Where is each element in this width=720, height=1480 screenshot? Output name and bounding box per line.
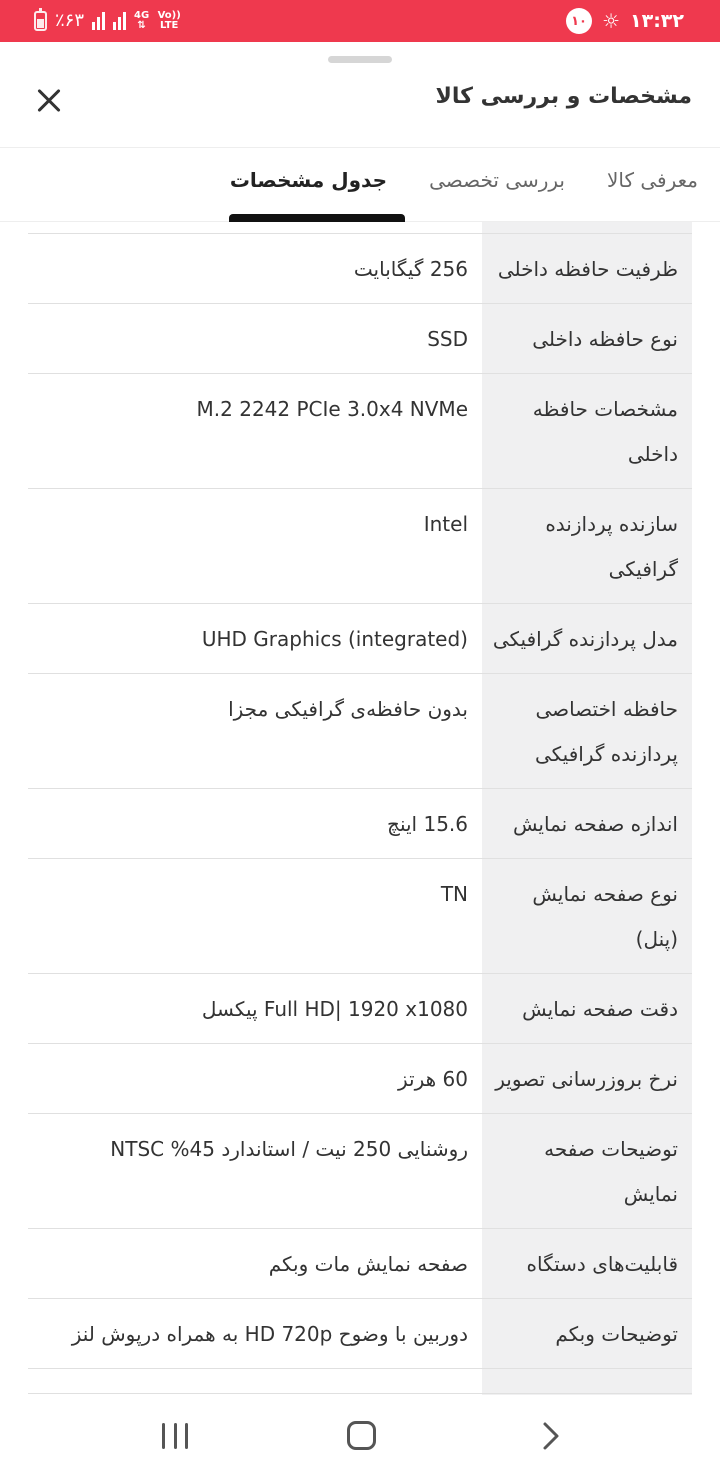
spec-key: سازنده پردازنده گرافیکی (545, 512, 678, 581)
signal-icon (92, 12, 106, 30)
battery-icon (34, 8, 47, 31)
brightness-icon: ☼ (602, 9, 620, 33)
clock: ۱۳:۳۲ (630, 10, 684, 32)
spec-key: نوع صفحه نمایش (پنل) (532, 882, 678, 951)
spec-row: ظرفیت حافظه داخلی 256 گیگابایت (28, 234, 692, 304)
spec-value: UHD Graphics (integrated) (201, 627, 468, 651)
network-label: 4G (134, 10, 150, 21)
spec-key: اندازه صفحه نمایش (512, 812, 678, 836)
spec-row: اندازه صفحه نمایش 15.6 اینچ (28, 789, 692, 859)
sheet-drag-handle[interactable] (328, 56, 392, 63)
spec-row (28, 1369, 692, 1394)
tab-bar: معرفی کالا بررسی تخصصی جدول مشخصات (0, 148, 720, 222)
spec-key: نرخ بروزرسانی تصویر (495, 1067, 678, 1091)
spec-row: قابلیت‌های دستگاه صفحه نمایش مات وبکم (28, 1229, 692, 1299)
volte-indicator: Vo)) LTE (157, 10, 181, 31)
recent-apps-icon[interactable] (162, 1423, 188, 1449)
spec-key: توضیحات صفحه نمایش (544, 1137, 678, 1206)
spec-row: دقت صفحه نمایش Full HD| 1920 x1080 پیکسل (28, 974, 692, 1044)
spec-value: روشنایی 250 نیت / استاندارد 45% NTSC (110, 1137, 468, 1161)
tab-expert-review[interactable]: بررسی تخصصی (429, 168, 565, 192)
status-left-group: ٪۶۳ 4G ⇅ Vo)) LTE (34, 8, 181, 33)
spec-value: صفحه نمایش مات وبکم (268, 1252, 468, 1276)
spec-value: M.2 2242 PCIe 3.0x4 NVMe (196, 397, 468, 421)
spec-value: 60 هرتز (398, 1067, 468, 1091)
specs-list: ظرفیت حافظه داخلی 256 گیگابایت نوع حافظه د… (28, 233, 692, 1394)
close-icon[interactable] (34, 86, 64, 116)
spec-key: حافظه اختصاصی پردازنده گرافیکی (534, 697, 678, 766)
spec-row: مدل پردازنده گرافیکی UHD Graphics (integr… (28, 604, 692, 674)
signal-icon-2 (113, 12, 127, 30)
notification-count-badge: ۱۰ (566, 8, 593, 34)
spec-value: دوربین با وضوح HD 720p به همراه درپوش لن… (71, 1322, 468, 1346)
home-icon[interactable] (347, 1421, 376, 1450)
spec-row: حافظه اختصاصی پردازنده گرافیکی بدون حافظه… (28, 674, 692, 789)
spec-value: 256 گیگابایت (353, 257, 468, 281)
active-tab-indicator (229, 214, 405, 222)
spec-key: ظرفیت حافظه داخلی (497, 257, 678, 281)
spec-key: مدل پردازنده گرافیکی (492, 627, 678, 651)
specs-table[interactable]: ظرفیت حافظه داخلی 256 گیگابایت نوع حافظه د… (28, 222, 692, 1395)
spec-key: توضیحات وبکم (555, 1322, 678, 1346)
spec-key: قابلیت‌های دستگاه (526, 1252, 678, 1276)
spec-value: بدون حافظه‌ی گرافیکی مجزا (228, 697, 468, 721)
spec-value: Full HD| 1920 x1080 پیکسل (201, 997, 468, 1021)
spec-value (28, 1369, 482, 1393)
spec-key: دقت صفحه نمایش (522, 997, 678, 1021)
spec-row: توضیحات صفحه نمایش روشنایی 250 نیت / استا… (28, 1114, 692, 1229)
navigation-bar (0, 1395, 720, 1480)
tab-specifications[interactable]: جدول مشخصات (230, 168, 387, 192)
spec-key: نوع حافظه داخلی (532, 327, 678, 351)
spec-value: SSD (427, 327, 468, 351)
spec-key (482, 1369, 692, 1393)
spec-row: سازنده پردازنده گرافیکی Intel (28, 489, 692, 604)
spec-row: نوع صفحه نمایش (پنل) TN (28, 859, 692, 974)
battery-percent: ٪۶۳ (55, 10, 85, 31)
status-bar: ٪۶۳ 4G ⇅ Vo)) LTE ۱۰ ☼ ۱۳:۳۲ (0, 0, 720, 42)
spec-row: توضیحات وبکم دوربین با وضوح HD 720p به هم… (28, 1299, 692, 1369)
status-right-group: ۱۰ ☼ ۱۳:۳۲ (566, 8, 684, 34)
spec-value: TN (440, 882, 468, 906)
spec-key: مشخصات حافظه داخلی (532, 397, 678, 466)
spec-value: 15.6 اینچ (387, 812, 468, 836)
sheet-header: مشخصات و بررسی کالا (0, 64, 720, 148)
spec-row: مشخصات حافظه داخلی M.2 2242 PCIe 3.0x4 NV… (28, 374, 692, 489)
sheet-title: مشخصات و بررسی کالا (435, 84, 692, 109)
back-chevron-icon[interactable] (536, 1421, 566, 1451)
spec-row: نوع حافظه داخلی SSD (28, 304, 692, 374)
spec-value: Intel (423, 512, 468, 536)
network-type: 4G ⇅ (134, 10, 150, 31)
spec-row: نرخ بروزرسانی تصویر 60 هرتز (28, 1044, 692, 1114)
tab-product-intro[interactable]: معرفی کالا (607, 168, 698, 192)
